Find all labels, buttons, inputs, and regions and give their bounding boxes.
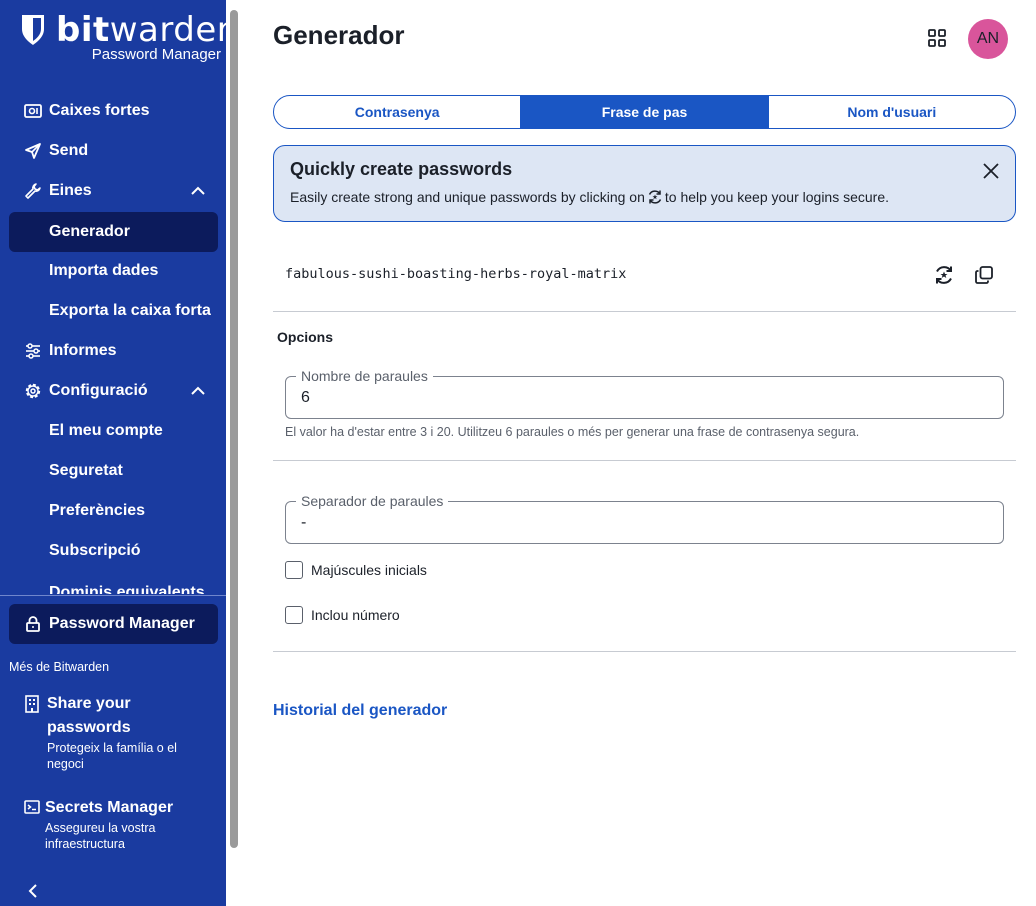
avatar[interactable]: AN	[968, 19, 1008, 59]
product-link-share-passwords[interactable]: Share your passwords Protegeix la famíli…	[24, 692, 214, 782]
sidebar-item-import[interactable]: Importa dades	[9, 251, 218, 291]
callout-body: Easily create strong and unique password…	[290, 188, 889, 206]
word-separator-value[interactable]: -	[301, 514, 306, 532]
sidebar-item-generator[interactable]: Generador	[9, 212, 218, 252]
copy-icon[interactable]	[974, 265, 994, 285]
callout-title: Quickly create passwords	[290, 159, 513, 179]
sidebar-item-my-account[interactable]: El meu compte	[9, 411, 218, 451]
callout-text-before: Easily create strong and unique password…	[290, 189, 645, 205]
sidebar-item-export[interactable]: Exporta la caixa forta	[9, 291, 218, 331]
field-label: Nombre de paraules	[296, 368, 433, 384]
sidebar-item-label: Caixes fortes	[49, 102, 150, 119]
product-description: Protegeix la família o el negoci	[47, 741, 177, 771]
sidebar-item-label: Generador	[49, 223, 130, 240]
field-label: Separador de paraules	[296, 493, 449, 509]
product-switcher-label: Password Manager	[49, 615, 195, 632]
sidebar-item-reports[interactable]: Informes	[0, 331, 226, 371]
chevron-up-icon[interactable]	[189, 182, 207, 200]
section-divider	[273, 460, 1016, 461]
capitalize-checkbox[interactable]	[285, 561, 303, 579]
sidebar-item-label: Preferències	[49, 502, 146, 519]
sidebar-item-subscription[interactable]: Subscripció	[9, 531, 218, 571]
capitalize-label[interactable]: Majúscules inicials	[311, 562, 427, 578]
generated-passphrase: fabulous-sushi-boasting-herbs-royal-matr…	[285, 266, 627, 282]
vault-icon	[24, 104, 42, 118]
product-name: Secrets Manager	[45, 799, 174, 816]
sidebar-item-tools[interactable]: Eines	[0, 171, 226, 211]
sliders-icon	[26, 343, 40, 359]
tab-password[interactable]: Contrasenya	[274, 96, 522, 128]
regenerate-icon	[648, 190, 662, 204]
sidebar-item-label: Configuració	[49, 382, 148, 399]
brand-wordmark: bitwarden	[56, 10, 226, 50]
number-of-words-value[interactable]: 6	[301, 389, 310, 407]
generator-history-link[interactable]: Historial del generador	[273, 702, 447, 720]
word-separator-field[interactable]: Separador de paraules -	[285, 493, 1004, 544]
collapse-sidebar-icon[interactable]	[24, 882, 42, 900]
page-title: Generador	[273, 20, 405, 50]
product-switcher-grid-icon[interactable]	[927, 28, 947, 48]
sidebar-item-preferences[interactable]: Preferències	[9, 491, 218, 531]
terminal-icon	[24, 800, 40, 814]
brand-subtitle: Password Manager	[91, 46, 221, 63]
sidebar-item-label: Exporta la caixa forta	[49, 302, 211, 319]
info-callout: Quickly create passwords Easily create s…	[273, 145, 1016, 222]
send-icon	[25, 143, 41, 159]
number-of-words-field[interactable]: Nombre de paraules 6	[285, 368, 1004, 419]
sidebar-item-label: Importa dades	[49, 262, 159, 279]
tab-username[interactable]: Nom d'usuari	[769, 96, 1015, 128]
product-link-secrets-manager[interactable]: Secrets Manager Assegureu la vostra infr…	[24, 796, 214, 856]
sidebar: bitwarden Password Manager Caixes fortes…	[0, 0, 226, 906]
product-description: Assegureu la vostra infraestructura	[45, 821, 156, 851]
sidebar-item-settings[interactable]: Configuració	[0, 371, 226, 411]
product-switcher-password-manager[interactable]: Password Manager	[9, 604, 218, 644]
sidebar-item-label: El meu compte	[49, 422, 163, 439]
sidebar-scrollbar[interactable]	[230, 10, 238, 848]
shield-logo-icon	[22, 15, 44, 45]
building-icon	[25, 695, 39, 713]
sidebar-item-vaults[interactable]: Caixes fortes	[0, 91, 226, 131]
generator-type-tabs: Contrasenya Frase de pas Nom d'usuari	[273, 95, 1016, 129]
wrench-icon	[25, 183, 41, 199]
lock-icon	[26, 616, 40, 632]
section-divider	[273, 651, 1016, 652]
callout-text-after: to help you keep your logins secure.	[664, 189, 890, 205]
section-divider	[273, 311, 1016, 312]
sidebar-item-cut-off[interactable]: Dominis equivalents	[49, 582, 205, 594]
gear-icon	[25, 383, 41, 399]
sidebar-item-send[interactable]: Send	[0, 131, 226, 171]
sidebar-item-security[interactable]: Seguretat	[9, 451, 218, 491]
chevron-up-icon[interactable]	[189, 382, 207, 400]
sidebar-item-label: Send	[49, 142, 89, 159]
sidebar-item-label: Subscripció	[49, 542, 141, 559]
options-title: Opcions	[277, 329, 334, 345]
close-icon[interactable]	[982, 162, 1000, 180]
bitwarden-logo[interactable]: bitwarden Password Manager	[20, 10, 226, 67]
sidebar-divider	[0, 595, 226, 596]
regenerate-icon[interactable]	[932, 263, 956, 287]
include-number-checkbox[interactable]	[285, 606, 303, 624]
include-number-label[interactable]: Inclou número	[311, 607, 400, 623]
sidebar-item-label: Seguretat	[49, 462, 123, 479]
tab-passphrase[interactable]: Frase de pas	[521, 96, 769, 128]
sidebar-item-label: Eines	[49, 182, 92, 199]
sidebar-item-label: Informes	[49, 342, 117, 359]
more-from-bitwarden-title: Més de Bitwarden	[9, 660, 110, 674]
product-name: Share your passwords	[47, 695, 131, 736]
number-of-words-hint: El valor ha d'estar entre 3 i 20. Utilit…	[285, 425, 860, 439]
